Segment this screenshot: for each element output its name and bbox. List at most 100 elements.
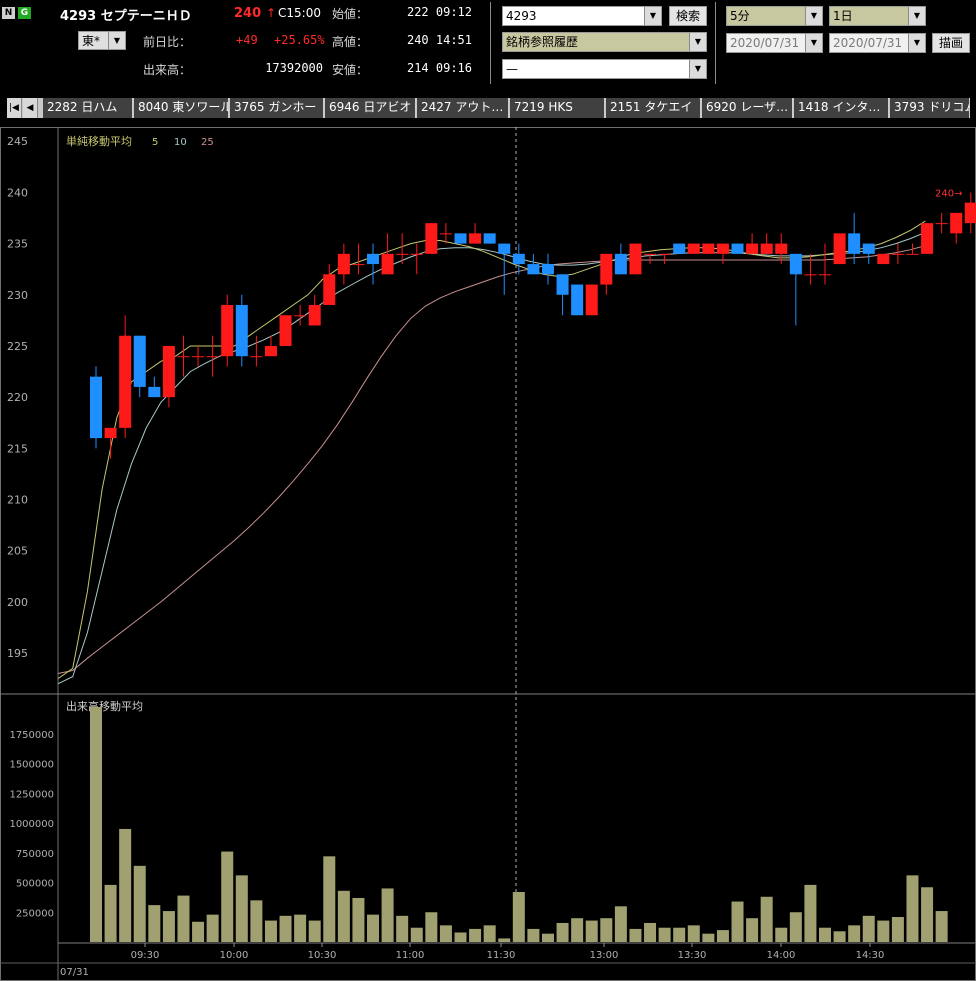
volume-bar: [396, 915, 409, 942]
low-value: 214 09:16: [406, 61, 472, 75]
chevron-down-icon[interactable]: ▼: [108, 32, 125, 49]
history-tab[interactable]: 2282 日ハム: [43, 98, 133, 118]
date-to-value: 2020/07/31: [833, 36, 903, 50]
chevron-down-icon[interactable]: ▼: [908, 7, 925, 25]
volume-tick-label: 1250000: [9, 789, 54, 800]
candle-body: [483, 233, 496, 244]
ma-legend-period: 10: [174, 137, 187, 148]
candle-body: [716, 243, 729, 254]
candle-body: [512, 253, 525, 265]
candle-body: [439, 233, 452, 235]
market-select[interactable]: 東* ▼: [78, 31, 126, 50]
volume-bar: [891, 917, 904, 942]
history-tab[interactable]: 6946 日アビオ: [325, 98, 416, 118]
chevron-down-icon[interactable]: ▼: [908, 34, 925, 52]
volume-bar: [381, 888, 394, 942]
volume-bar: [804, 884, 817, 942]
candle-body: [760, 243, 773, 254]
volume-bar: [235, 875, 248, 942]
volume-tick-label: 250000: [16, 908, 54, 919]
volume-bar: [862, 915, 875, 942]
time-tick-label: 10:30: [308, 950, 337, 961]
volume-bar: [206, 914, 219, 942]
volume-bar: [629, 928, 642, 942]
volume-bar: [119, 828, 132, 942]
candle-body: [308, 305, 321, 326]
date-label: 07/31: [60, 967, 89, 978]
prev-change-percent: +25.65%: [274, 33, 325, 47]
price-tick-label: 245: [7, 135, 28, 148]
search-input-value: 4293: [506, 9, 537, 23]
volume-bar: [410, 927, 423, 942]
candle-body: [775, 243, 788, 254]
search-button[interactable]: 検索: [669, 6, 707, 26]
badge-g[interactable]: G: [18, 7, 31, 19]
volume-bar: [906, 875, 919, 942]
volume-bar: [483, 925, 496, 942]
interval-select[interactable]: 5分 ▼: [726, 6, 823, 26]
period-select[interactable]: 1日 ▼: [829, 6, 926, 26]
chevron-down-icon[interactable]: ▼: [805, 7, 822, 25]
draw-button[interactable]: 描画: [932, 33, 970, 53]
interval-select-value: 5分: [730, 9, 750, 23]
volume-tick-label: 1000000: [9, 819, 54, 830]
chevron-down-icon[interactable]: ▼: [689, 60, 706, 78]
volume-bar: [264, 920, 277, 942]
search-input[interactable]: 4293 ▼: [502, 6, 662, 26]
history-tab[interactable]: 3765 ガンホー: [230, 98, 324, 118]
history-tab[interactable]: 2427 アウト…: [417, 98, 509, 118]
date-from-value: 2020/07/31: [730, 36, 800, 50]
volume-bar: [192, 921, 205, 942]
history-tab[interactable]: 3793 ドリコム: [890, 98, 970, 118]
candle-body: [731, 243, 744, 254]
high-label: 高値：: [332, 35, 369, 49]
volume-bar: [250, 900, 263, 942]
date-to-picker[interactable]: 2020/07/31 ▼: [829, 33, 926, 53]
chart-area[interactable]: 195 200 205 210 215 220 225 230 235 240 245 単純移動平均 5…: [0, 127, 976, 981]
ma-legend-period: 25: [201, 137, 214, 148]
volume-bar: [308, 920, 321, 942]
prev-tab-icon[interactable]: ◀: [23, 98, 38, 118]
open-value: 222 09:12: [406, 5, 472, 19]
candle-body: [571, 284, 584, 316]
chevron-down-icon[interactable]: ▼: [644, 7, 661, 25]
volume-bar: [819, 927, 831, 942]
history-tab[interactable]: 1418 インタ…: [794, 98, 889, 118]
badge-n[interactable]: N: [2, 7, 15, 19]
candle-body: [789, 253, 802, 275]
volume-bar: [367, 914, 380, 942]
history-tab[interactable]: 6920 レーザ…: [702, 98, 793, 118]
volume-bar: [716, 930, 729, 942]
price-tick-label: 210: [7, 494, 28, 507]
volume-bar: [90, 706, 102, 942]
chevron-down-icon[interactable]: ▼: [805, 34, 822, 52]
candle-body: [323, 274, 336, 306]
first-tab-icon[interactable]: |◀: [7, 98, 22, 118]
candle-body: [90, 376, 102, 439]
volume-bar: [425, 912, 438, 942]
history-tab[interactable]: 8040 東ソワール: [134, 98, 229, 118]
candle-body: [702, 243, 715, 254]
volume-bar: [352, 897, 365, 942]
candle-body: [367, 253, 380, 265]
ma5-line: [57, 220, 926, 680]
history-select[interactable]: 銘柄参照履歴 ▼: [502, 32, 707, 52]
candle-body: [235, 305, 248, 357]
sub-select[interactable]: — ▼: [502, 59, 707, 79]
volume-value: 17392000: [265, 61, 323, 75]
candle-body: [352, 264, 365, 266]
price-tick-label: 235: [7, 238, 28, 251]
volume-bar: [279, 915, 292, 942]
date-from-picker[interactable]: 2020/07/31 ▼: [726, 33, 823, 53]
volume-bar: [848, 925, 861, 942]
history-tab-bar: |◀ ◀ 2282 日ハム 8040 東ソワール 3765 ガンホー 6946 日アビ…: [7, 98, 970, 118]
history-tab[interactable]: 7219 HKS: [510, 98, 605, 118]
chevron-down-icon[interactable]: ▼: [689, 33, 706, 51]
volume-bar: [702, 933, 715, 942]
history-tab[interactable]: 2151 タケエイ: [606, 98, 701, 118]
volume-bar: [585, 920, 598, 942]
candle-body: [469, 233, 482, 244]
price-up-arrow-icon: ↑: [266, 6, 277, 20]
volume-bar: [789, 912, 802, 942]
volume-bar: [454, 932, 467, 942]
